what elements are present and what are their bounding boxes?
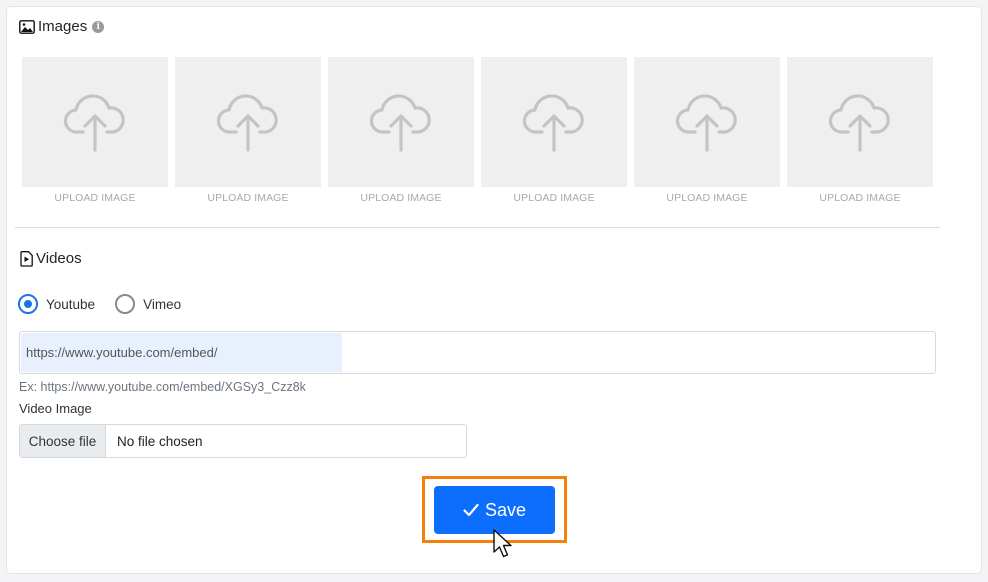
check-icon <box>463 503 479 517</box>
video-url-input[interactable] <box>20 332 935 373</box>
radio-youtube[interactable]: Youtube <box>18 294 95 314</box>
upload-dropzone[interactable] <box>787 57 933 187</box>
upload-image-label: UPLOAD IMAGE <box>360 192 442 204</box>
video-url-hint: Ex: https://www.youtube.com/embed/XGSy3_… <box>19 380 306 394</box>
upload-dropzone[interactable] <box>328 57 474 187</box>
cloud-upload-icon <box>675 94 737 152</box>
cloud-upload-icon <box>216 94 278 152</box>
upload-image-label: UPLOAD IMAGE <box>819 192 901 204</box>
mouse-pointer-icon <box>493 529 512 558</box>
file-status: No file chosen <box>117 433 203 449</box>
videos-title: Videos <box>36 250 82 267</box>
save-button[interactable]: Save <box>434 486 555 534</box>
video-provider-group: Youtube Vimeo <box>18 294 201 314</box>
image-upload-tile[interactable]: UPLOAD IMAGE <box>22 57 168 204</box>
media-card: Images i UPLOAD IMAGE UPLOAD IMAGE UPLOA… <box>6 6 982 574</box>
image-icon <box>19 19 35 34</box>
file-play-icon <box>20 250 33 267</box>
image-upload-tile[interactable]: UPLOAD IMAGE <box>634 57 780 204</box>
radio-youtube-circle[interactable] <box>18 294 38 314</box>
section-divider <box>15 227 940 228</box>
image-upload-tile[interactable]: UPLOAD IMAGE <box>328 57 474 204</box>
upload-image-label: UPLOAD IMAGE <box>54 192 136 204</box>
video-url-field[interactable] <box>19 331 936 374</box>
radio-vimeo-label[interactable]: Vimeo <box>143 297 181 312</box>
cloud-upload-icon <box>828 94 890 152</box>
save-label: Save <box>484 499 527 520</box>
upload-dropzone[interactable] <box>175 57 321 187</box>
upload-image-label: UPLOAD IMAGE <box>207 192 289 204</box>
upload-dropzone[interactable] <box>481 57 627 187</box>
cloud-upload-icon <box>522 94 584 152</box>
upload-dropzone[interactable] <box>634 57 780 187</box>
upload-image-label: UPLOAD IMAGE <box>666 192 748 204</box>
image-upload-tile[interactable]: UPLOAD IMAGE <box>787 57 933 204</box>
cloud-upload-icon <box>63 94 125 152</box>
radio-youtube-label[interactable]: Youtube <box>46 297 95 312</box>
videos-heading: Videos <box>20 250 82 267</box>
video-image-label: Video Image <box>19 401 92 416</box>
info-icon[interactable]: i <box>92 20 105 33</box>
upload-dropzone[interactable] <box>22 57 168 187</box>
radio-vimeo-circle[interactable] <box>115 294 136 314</box>
images-title: Images <box>38 18 88 35</box>
cloud-upload-icon <box>369 94 431 152</box>
image-upload-tile[interactable]: UPLOAD IMAGE <box>481 57 627 204</box>
radio-vimeo[interactable]: Vimeo <box>115 294 181 314</box>
image-upload-grid: UPLOAD IMAGE UPLOAD IMAGE UPLOAD IMAGE U… <box>22 57 933 204</box>
upload-image-label: UPLOAD IMAGE <box>513 192 595 204</box>
image-upload-tile[interactable]: UPLOAD IMAGE <box>175 57 321 204</box>
choose-file-button[interactable]: Choose file <box>20 425 106 457</box>
video-image-file-input[interactable]: Choose file No file chosen <box>19 424 467 458</box>
images-heading: Images i <box>19 18 105 35</box>
